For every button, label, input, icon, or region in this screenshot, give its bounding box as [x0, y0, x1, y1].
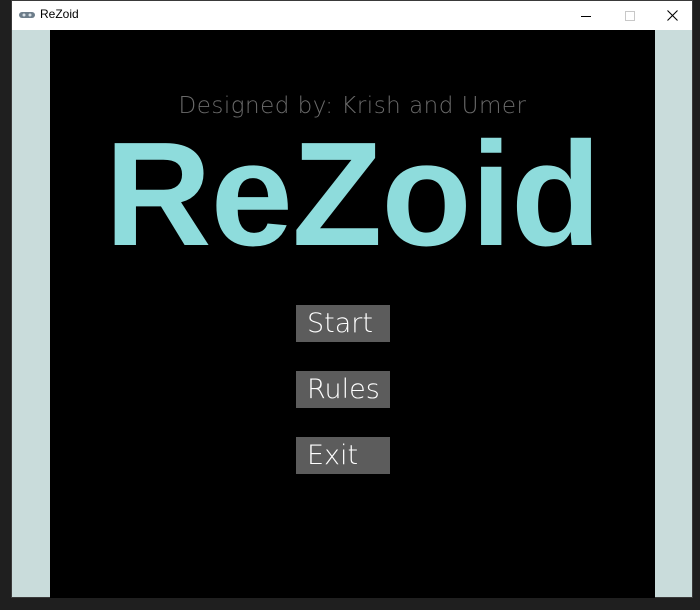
game-title: ReZoid [104, 112, 602, 277]
close-button[interactable] [650, 1, 694, 30]
app-window: ReZoid Designed by: Krish and Umer ReZoi… [11, 0, 693, 598]
window-title: ReZoid [40, 7, 79, 21]
start-button[interactable]: Start [296, 305, 390, 342]
minimize-button[interactable] [564, 1, 608, 30]
maximize-icon [625, 10, 635, 21]
game-canvas: Designed by: Krish and Umer ReZoid Start… [50, 30, 655, 598]
exit-button[interactable]: Exit [296, 437, 390, 474]
minimize-icon [581, 15, 591, 17]
close-icon [666, 10, 678, 21]
title-bar[interactable]: ReZoid [12, 1, 692, 30]
rules-button[interactable]: Rules [296, 371, 390, 408]
app-icon [19, 12, 35, 18]
maximize-button[interactable] [608, 1, 652, 30]
